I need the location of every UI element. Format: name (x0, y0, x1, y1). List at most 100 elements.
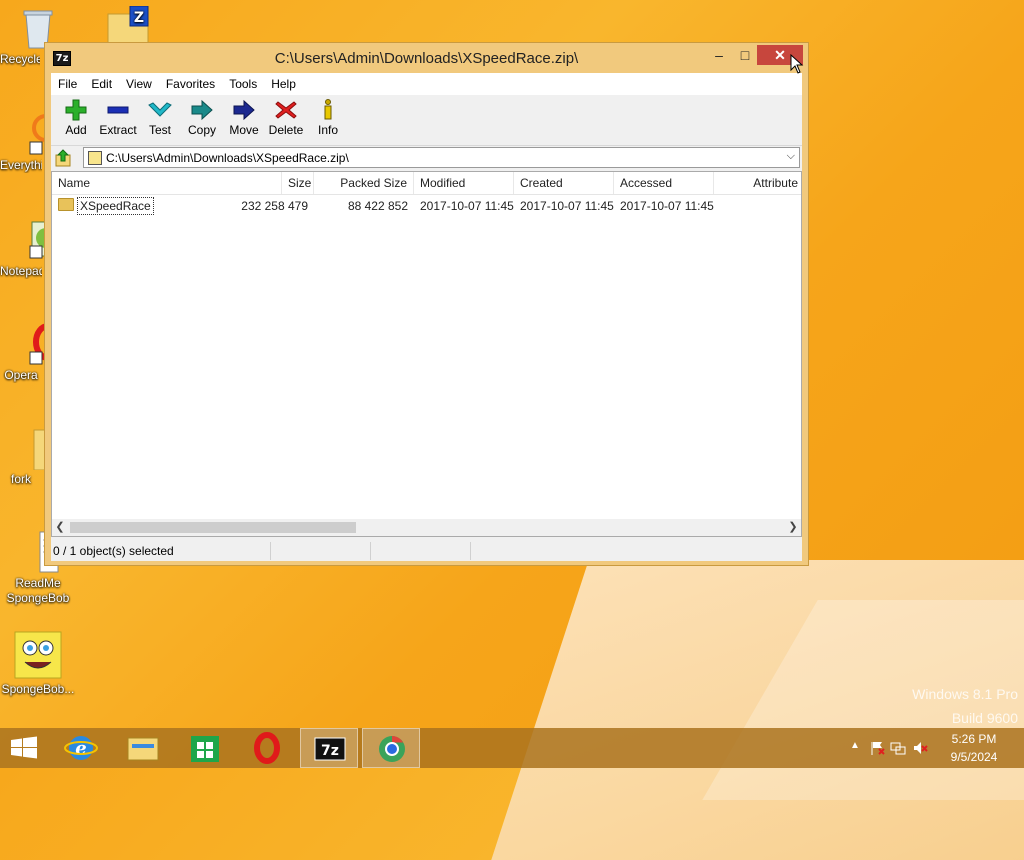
flag-icon[interactable] (870, 740, 886, 756)
internet-explorer-icon: e (64, 736, 98, 760)
desktop-icon-label: fork (10, 472, 31, 486)
taskbar-chrome[interactable] (362, 728, 420, 768)
copy-arrow-icon (189, 99, 215, 121)
svg-text:Z: Z (134, 10, 144, 26)
mouse-cursor (790, 53, 804, 77)
desktop-icon-spongebob[interactable]: SpongeBob... (0, 630, 76, 697)
menu-bar: File Edit View Favorites Tools Help (51, 73, 802, 95)
column-header-packed-size[interactable]: Packed Size (314, 172, 414, 194)
window-title: C:\Users\Admin\Downloads\XSpeedRace.zip\ (274, 50, 579, 67)
window-client-area: File Edit View Favorites Tools Help Add … (51, 73, 802, 561)
menu-view[interactable]: View (119, 73, 159, 95)
desktop-icon-label: Recycle Bin (0, 52, 40, 66)
copy-button[interactable]: Copy (181, 95, 223, 145)
info-label: Info (317, 123, 338, 137)
taskbar-opera[interactable] (238, 728, 296, 768)
windows-watermark-line1: Windows 8.1 Pro (912, 686, 1018, 702)
scroll-left-icon[interactable]: ❮ (52, 519, 68, 536)
7zip-window[interactable]: 7z C:\Users\Admin\Downloads\XSpeedRace.z… (44, 42, 809, 566)
up-folder-button[interactable] (55, 149, 73, 167)
cell-size: 232 258 479 (241, 199, 308, 213)
windows-logo-icon (11, 736, 37, 759)
volume-muted-icon[interactable] (912, 740, 928, 756)
delete-button[interactable]: Delete (265, 95, 307, 145)
desktop-icon-label: Notepad++ (0, 264, 42, 278)
info-icon (315, 99, 341, 121)
add-label: Add (65, 123, 87, 137)
status-selection: 0 / 1 object(s) selected (51, 542, 271, 560)
scroll-right-icon[interactable]: ❯ (785, 519, 801, 536)
file-list[interactable]: Name Size Packed Size Modified Created A… (51, 171, 802, 537)
table-row[interactable]: XSpeedRace 232 258 479 88 422 852 2017-1… (52, 195, 801, 217)
check-icon (147, 99, 173, 121)
menu-help[interactable]: Help (264, 73, 303, 95)
column-header-created[interactable]: Created (514, 172, 614, 194)
column-header-size[interactable]: Size (282, 172, 314, 194)
folder-icon (58, 198, 74, 211)
horizontal-scrollbar[interactable]: ❮ ❯ (52, 519, 801, 536)
cell-modified: 2017-10-07 11:45 (420, 199, 514, 213)
scrollbar-thumb[interactable] (70, 522, 356, 533)
status-bar: 0 / 1 object(s) selected (51, 539, 802, 561)
taskbar: e 7z ▲ 5:26 PM 9/5/2024 (0, 728, 1024, 768)
cell-attributes: D (714, 195, 801, 217)
add-button[interactable]: Add (55, 95, 97, 145)
chrome-icon (379, 736, 405, 762)
taskbar-7zip[interactable]: 7z (300, 728, 358, 768)
status-segment (471, 542, 802, 560)
7zip-icon: 7z (314, 737, 346, 761)
network-icon[interactable] (890, 740, 906, 756)
test-button[interactable]: Test (139, 95, 181, 145)
menu-file[interactable]: File (51, 73, 84, 95)
move-button[interactable]: Move (223, 95, 265, 145)
move-arrow-icon (231, 99, 257, 121)
plus-icon (63, 99, 89, 121)
desktop-icon-label: ReadMe SpongeBob (6, 576, 70, 605)
extract-label: Extract (99, 123, 137, 137)
windows-watermark-line2: Build 9600 (951, 710, 1018, 726)
column-header-modified[interactable]: Modified (414, 172, 514, 194)
address-input[interactable]: C:\Users\Admin\Downloads\XSpeedRace.zip\… (83, 147, 800, 168)
info-button[interactable]: Info (307, 95, 349, 145)
menu-edit[interactable]: Edit (84, 73, 119, 95)
taskbar-store[interactable] (176, 728, 234, 768)
system-tray: ▲ 5:26 PM 9/5/2024 (844, 728, 1024, 768)
file-explorer-icon (127, 737, 159, 761)
opera-icon (254, 732, 280, 764)
menu-tools[interactable]: Tools (222, 73, 264, 95)
extract-button[interactable]: Extract (97, 95, 139, 145)
chevron-up-icon[interactable]: ▲ (850, 740, 866, 756)
file-name: XSpeedRace (77, 197, 154, 215)
address-path: C:\Users\Admin\Downloads\XSpeedRace.zip\ (106, 151, 349, 165)
column-header-accessed[interactable]: Accessed (614, 172, 714, 194)
title-bar[interactable]: 7z C:\Users\Admin\Downloads\XSpeedRace.z… (45, 43, 808, 73)
zip-archive-icon (88, 151, 102, 165)
taskbar-file-explorer[interactable] (114, 728, 172, 768)
store-icon (191, 736, 219, 762)
chevron-down-icon[interactable]: ⌵ (787, 150, 795, 163)
column-header-name[interactable]: Name (52, 172, 282, 194)
cell-packed-size: 88 422 852 (347, 199, 408, 213)
maximize-button[interactable]: □ (731, 45, 759, 65)
copy-label: Copy (187, 123, 216, 137)
test-label: Test (148, 123, 171, 137)
cell-accessed: 2017-10-07 11:45 (620, 199, 714, 213)
spongebob-icon (13, 630, 63, 680)
list-header: Name Size Packed Size Modified Created A… (52, 172, 801, 195)
taskbar-internet-explorer[interactable]: e (52, 728, 110, 768)
minus-icon (105, 99, 131, 121)
up-arrow-icon (55, 149, 71, 167)
cell-created: 2017-10-07 11:45 (520, 199, 614, 213)
toolbar: Add Extract Test Copy Move Delete Info (51, 95, 802, 146)
svg-text:7z: 7z (321, 743, 339, 759)
clock-time[interactable]: 5:26 PM (944, 732, 1004, 746)
minimize-button[interactable]: – (705, 45, 733, 65)
start-button[interactable] (0, 728, 48, 768)
status-segment (371, 542, 471, 560)
delete-label: Delete (268, 123, 304, 137)
menu-favorites[interactable]: Favorites (159, 73, 222, 95)
column-header-attributes[interactable]: Attribute (714, 172, 801, 194)
desktop-icon-label: Opera (4, 368, 38, 382)
clock-date[interactable]: 9/5/2024 (944, 750, 1004, 764)
status-segment (271, 542, 371, 560)
